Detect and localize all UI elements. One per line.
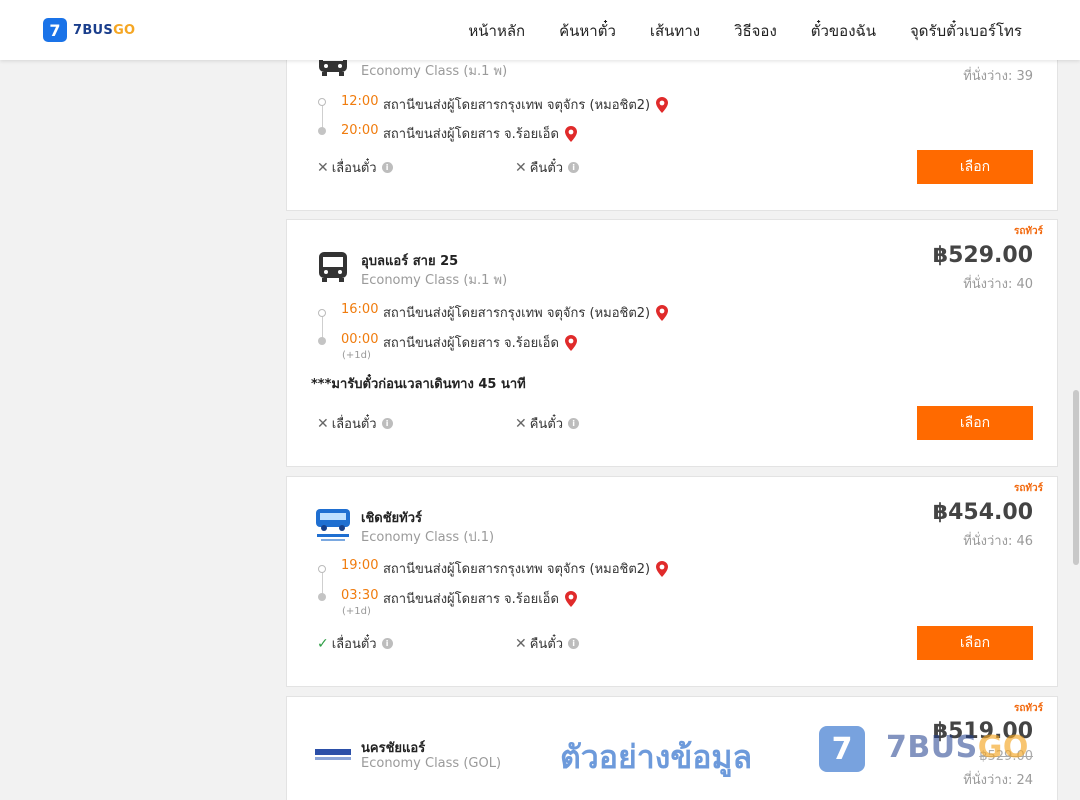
brand-logo[interactable]: 7 7BUSGO [43, 18, 135, 42]
arrival-station: สถานีขนส่งผู้โดยสาร จ.ร้อยเอ็ด [383, 332, 577, 353]
cross-icon: ✕ [317, 159, 329, 176]
refund-option: ✕ คืนตั๋ว i [515, 157, 580, 178]
arrival-time: 00:00 [341, 332, 379, 347]
select-trip-button[interactable]: เลือก [917, 150, 1033, 184]
map-pin-icon[interactable] [564, 334, 577, 351]
arrival-dot [318, 593, 326, 601]
arrival-dot [318, 337, 326, 345]
departure-dot [318, 309, 326, 317]
info-icon[interactable]: i [381, 418, 393, 429]
nav-my-tickets[interactable]: ตั๋วของฉัน [811, 19, 876, 43]
bus-type-tag: รถทัวร์ [1013, 483, 1043, 494]
departure-station: สถานีขนส่งผู้โดยสารกรุงเทพ จตุจักร (หมอช… [383, 558, 669, 579]
scrollbar-thumb[interactable] [1073, 390, 1079, 565]
top-header: 7 7BUSGO หน้าหลัก ค้นหาตั๋ว เส้นทาง วิธี… [0, 0, 1080, 60]
bus-icon [319, 252, 347, 282]
next-day-label: (+1d) [342, 606, 371, 617]
reschedule-option: ✓ เลื่อนตั๋ว i [317, 633, 393, 654]
main-nav: หน้าหลัก ค้นหาตั๋ว เส้นทาง วิธีจอง ตั๋วข… [468, 19, 1022, 43]
nav-how-to-book[interactable]: วิธีจอง [734, 19, 777, 43]
refund-option: ✕ คืนตั๋ว i [515, 633, 580, 654]
arrival-time: 20:00 [341, 123, 379, 138]
trip-price: ฿454.00 [932, 500, 1033, 525]
logo-badge: 7 [43, 18, 67, 42]
cross-icon: ✕ [515, 415, 527, 432]
nav-ticket-pickup[interactable]: จุดรับตั๋วเบอร์โทร [910, 19, 1022, 43]
seats-available: ที่นั่งว่าง: 24 [963, 773, 1033, 788]
map-pin-icon[interactable] [656, 560, 669, 577]
bus-class: Economy Class (GOL) [361, 756, 502, 771]
bus-type-tag: รถทัวร์ [1013, 226, 1043, 237]
cross-icon: ✕ [317, 415, 329, 432]
map-pin-icon[interactable] [564, 125, 577, 142]
info-icon[interactable]: i [568, 418, 580, 429]
bus-class: Economy Class (ม.1 พ) [361, 273, 508, 288]
info-icon[interactable]: i [568, 638, 580, 649]
reschedule-option: ✕ เลื่อนตั๋ว i [317, 157, 393, 178]
watermark-brand: 7BUSGO [886, 730, 1029, 765]
bus-class: Economy Class (ม.1 พ) [361, 64, 508, 79]
cross-icon: ✕ [515, 635, 527, 652]
seats-available: ที่นั่งว่าง: 46 [963, 534, 1033, 549]
departure-station: สถานีขนส่งผู้โดยสารกรุงเทพ จตุจักร (หมอช… [383, 302, 669, 323]
departure-dot [318, 98, 326, 106]
arrival-dot [318, 127, 326, 135]
cherdchai-tour-logo [316, 509, 350, 541]
select-trip-button[interactable]: เลือก [917, 406, 1033, 440]
nav-routes[interactable]: เส้นทาง [650, 19, 700, 43]
next-day-label: (+1d) [342, 350, 371, 361]
operator-name: นครชัยแอร์ [361, 741, 426, 756]
info-icon[interactable]: i [381, 162, 393, 173]
nakhonchai-air-logo [315, 749, 351, 760]
map-pin-icon[interactable] [656, 304, 669, 321]
bus-type-tag: รถทัวร์ [1013, 703, 1043, 714]
info-icon[interactable]: i [568, 162, 580, 173]
check-icon: ✓ [317, 635, 329, 652]
arrival-time: 03:30 [341, 588, 379, 603]
trip-card: รถทัวร์ เชิดชัยทัวร์ Economy Class (ป.1)… [286, 476, 1058, 687]
operator-name: อุบลแอร์ สาย 25 [361, 254, 459, 269]
nav-home[interactable]: หน้าหลัก [468, 19, 525, 43]
trip-price: ฿529.00 [932, 243, 1033, 268]
refund-option: ✕ คืนตั๋ว i [515, 413, 580, 434]
logo-text: 7BUSGO [73, 22, 136, 38]
map-pin-icon[interactable] [564, 590, 577, 607]
departure-time: 19:00 [341, 558, 379, 573]
departure-time: 16:00 [341, 302, 379, 317]
info-icon[interactable]: i [381, 638, 393, 649]
seats-available: ที่นั่งว่าง: 40 [963, 277, 1033, 292]
cross-icon: ✕ [515, 159, 527, 176]
departure-dot [318, 565, 326, 573]
trip-card: รถทัวร์ อุบลแอร์ สาย 25 Economy Class (ม… [286, 219, 1058, 467]
select-trip-button[interactable]: เลือก [917, 626, 1033, 660]
seats-available: ที่นั่งว่าง: 39 [963, 69, 1033, 84]
bus-class: Economy Class (ป.1) [361, 530, 495, 545]
route-line [322, 103, 323, 129]
nav-search-ticket[interactable]: ค้นหาตั๋ว [559, 19, 616, 43]
pickup-note: ***มารับตั๋วก่อนเวลาเดินทาง 45 นาที [311, 377, 526, 392]
departure-time: 12:00 [341, 94, 379, 109]
operator-name: เชิดชัยทัวร์ [361, 511, 423, 526]
watermark-logo-badge: 7 [819, 726, 865, 772]
reschedule-option: ✕ เลื่อนตั๋ว i [317, 413, 393, 434]
map-pin-icon[interactable] [656, 96, 669, 113]
departure-station: สถานีขนส่งผู้โดยสารกรุงเทพ จตุจักร (หมอช… [383, 94, 669, 115]
arrival-station: สถานีขนส่งผู้โดยสาร จ.ร้อยเอ็ด [383, 588, 577, 609]
arrival-station: สถานีขนส่งผู้โดยสาร จ.ร้อยเอ็ด [383, 123, 577, 144]
page-scrollbar[interactable] [1072, 60, 1080, 800]
watermark-text: ตัวอย่างข้อมูล [560, 738, 753, 776]
